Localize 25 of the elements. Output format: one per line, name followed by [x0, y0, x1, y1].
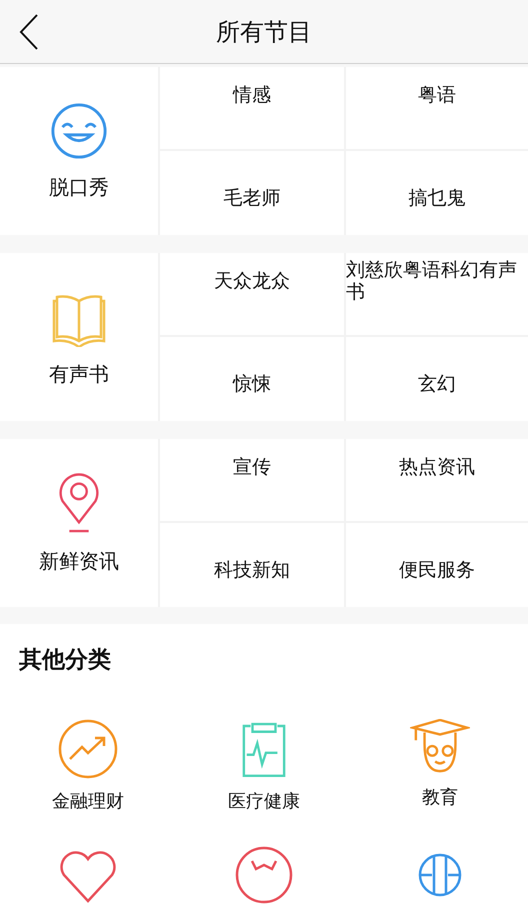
- category-label[interactable]: 金融理财: [52, 789, 124, 813]
- subcategory-cell[interactable]: 惊悚: [160, 337, 344, 421]
- subcategory-cell[interactable]: 宣传: [160, 439, 344, 523]
- subcategory-cell[interactable]: 科技新知: [160, 523, 344, 607]
- cat-face-icon[interactable]: [234, 845, 294, 904]
- back-icon[interactable]: [19, 14, 39, 50]
- subcategory-cell[interactable]: 毛老师: [160, 151, 344, 235]
- subcategory-cell[interactable]: 搞乜鬼: [344, 151, 528, 235]
- graduate-icon[interactable]: [410, 719, 470, 775]
- subcategory-cell[interactable]: 天众龙众: [160, 253, 344, 337]
- section-heading: 其他分类: [18, 646, 112, 675]
- category-label[interactable]: 医疗健康: [228, 789, 300, 813]
- subcategory-cell[interactable]: 刘慈欣粤语科幻有声书: [344, 253, 528, 337]
- page-title: 所有节目: [216, 16, 312, 48]
- subcategory-cell[interactable]: 玄幻: [344, 337, 528, 421]
- trend-chart-icon[interactable]: [58, 719, 118, 779]
- subcategory-cell[interactable]: 情感: [160, 67, 344, 151]
- category-label: 有声书: [49, 360, 109, 388]
- subcategory-cell[interactable]: 热点资讯: [344, 439, 528, 523]
- subcategory-cell[interactable]: 粤语: [344, 67, 528, 151]
- category-label[interactable]: 教育: [422, 785, 458, 809]
- category-label: 脱口秀: [49, 174, 109, 200]
- smiley-icon: [50, 102, 108, 160]
- category-label: 新鲜资讯: [39, 548, 119, 574]
- subcategory-cell[interactable]: 便民服务: [344, 523, 528, 607]
